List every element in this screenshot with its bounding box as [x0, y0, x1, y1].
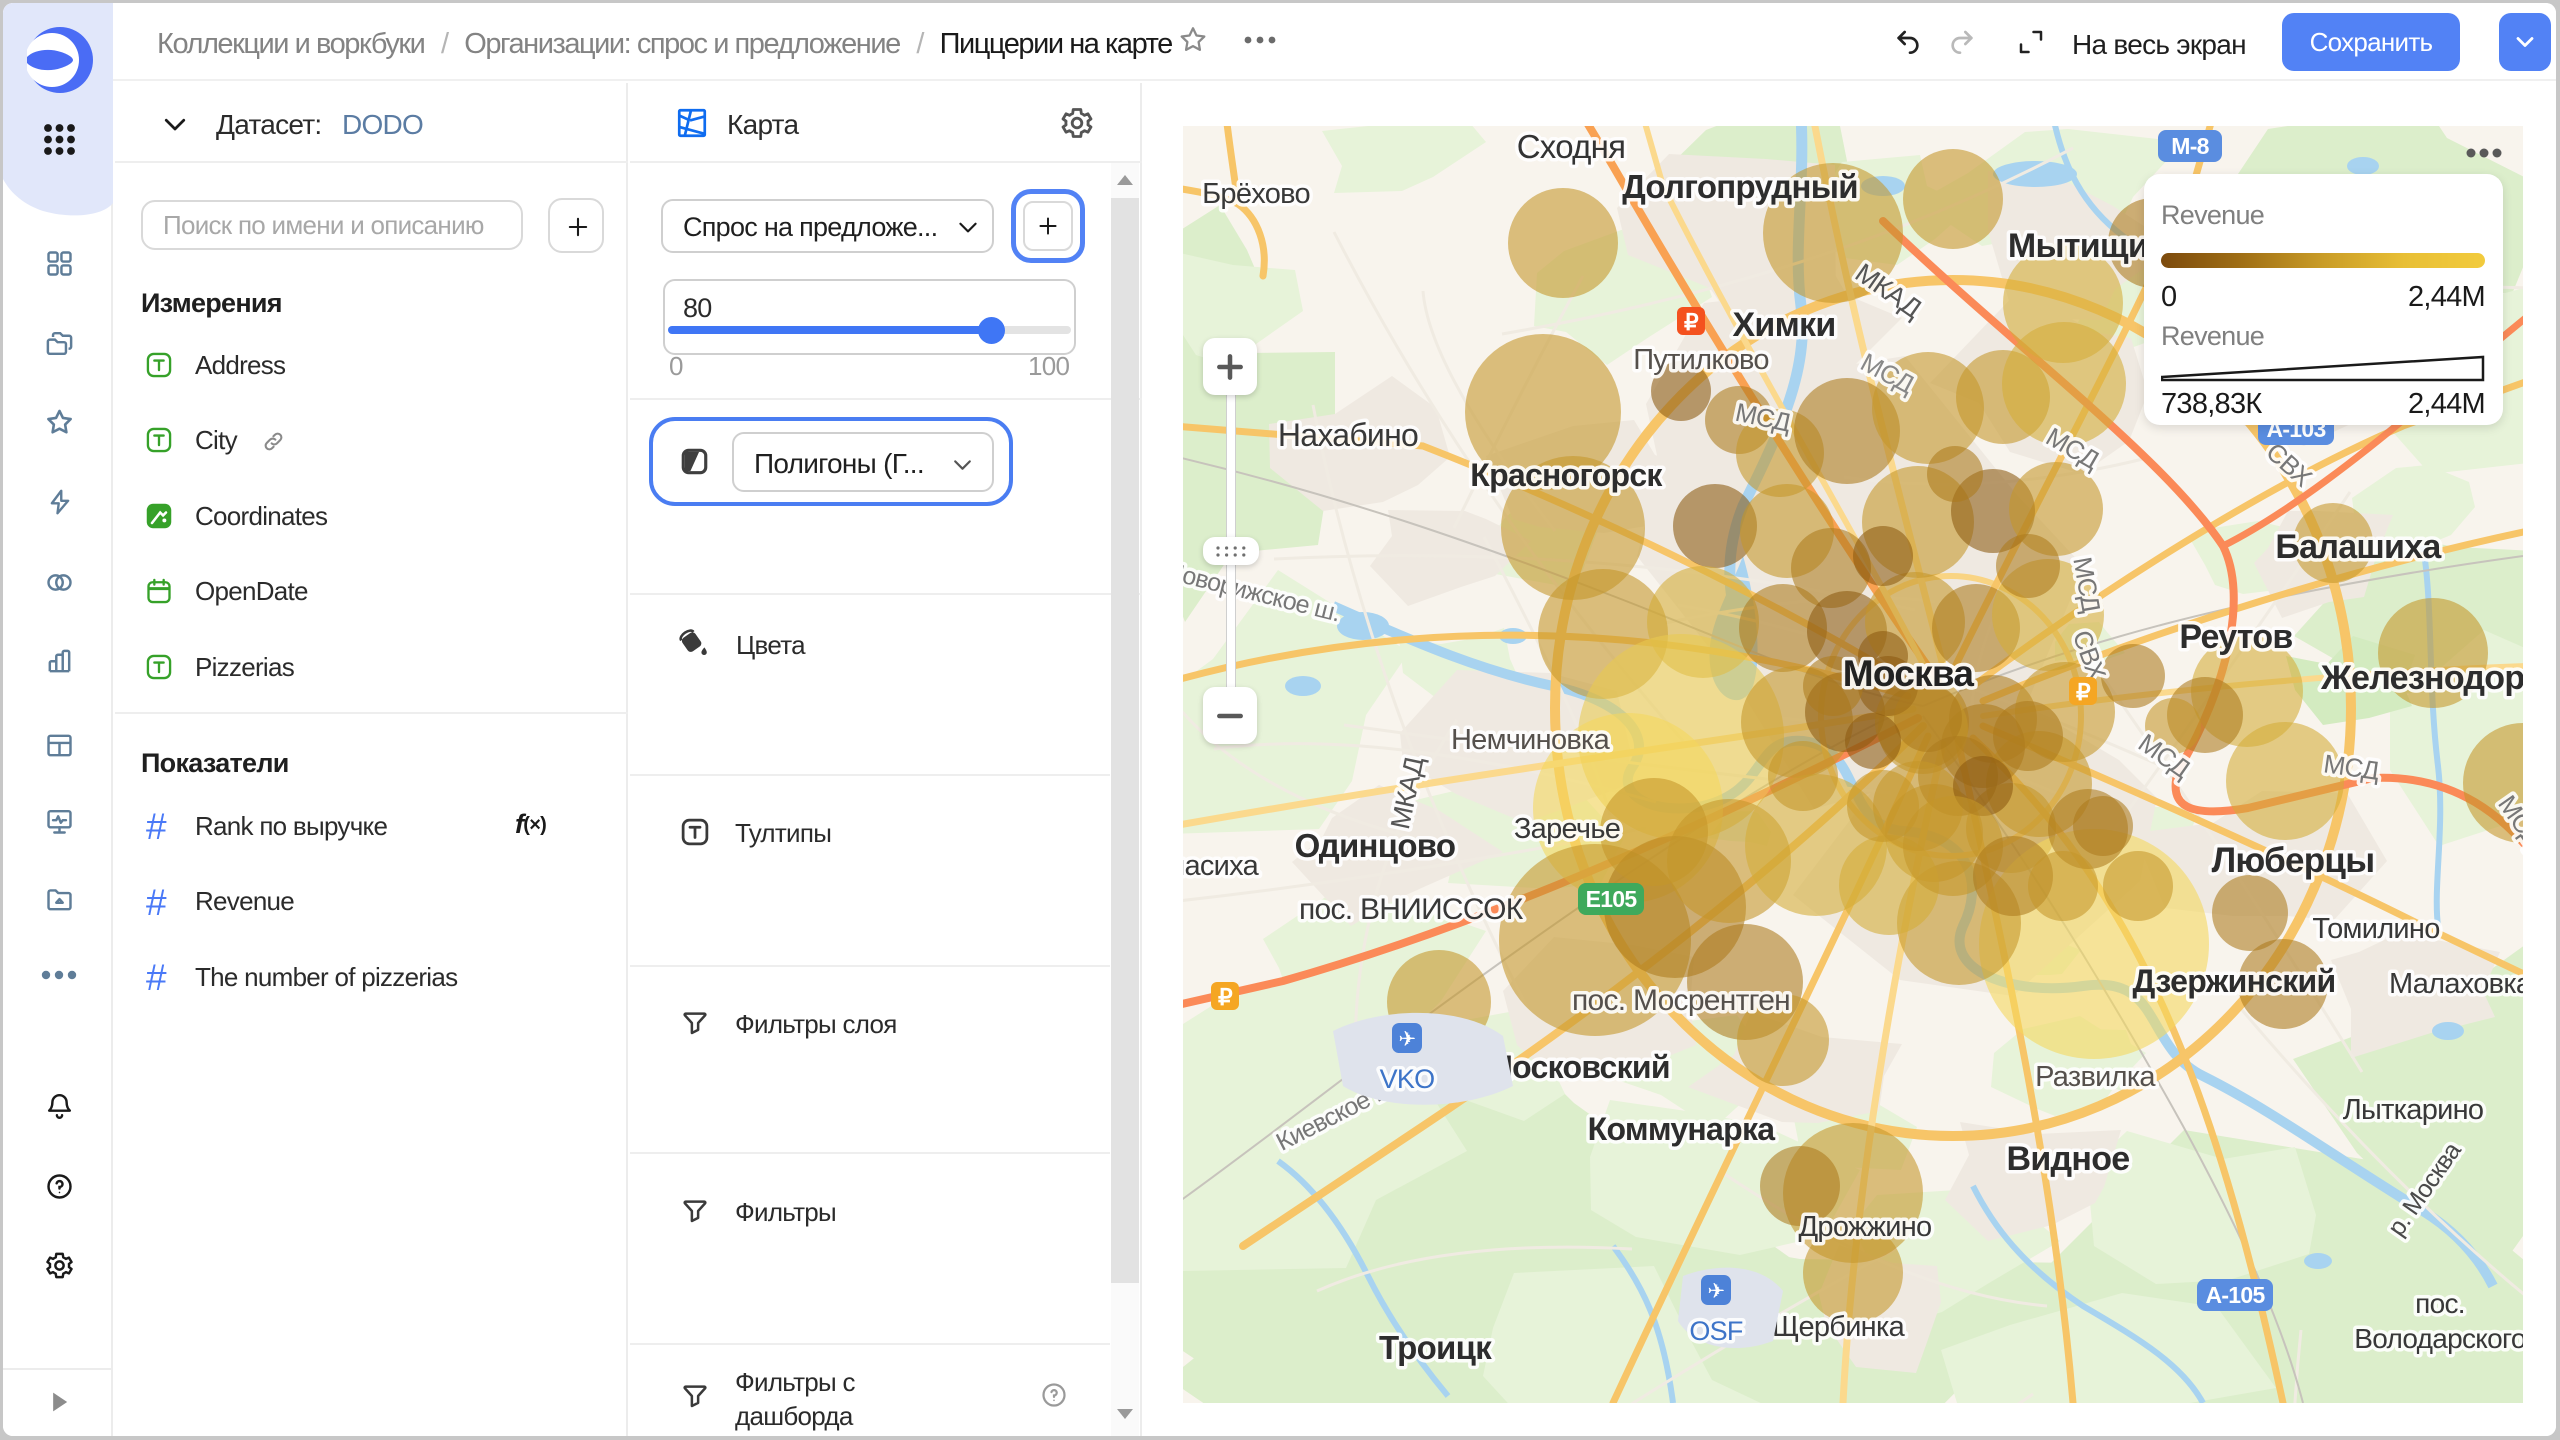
- svg-text:Видное: Видное: [2007, 1140, 2130, 1178]
- svg-text:Красногорск: Красногорск: [1470, 457, 1663, 493]
- svg-text:р. Москва: р. Москва: [2382, 1137, 2467, 1241]
- svg-text:Долгопрудный: Долгопрудный: [1622, 168, 1858, 205]
- svg-text:Дзержинский: Дзержинский: [2133, 963, 2336, 999]
- svg-text:МКАД: МКАД: [1850, 258, 1927, 324]
- svg-text:Щербинка: Щербинка: [1772, 1311, 1906, 1343]
- svg-text:МСД: МСД: [2322, 748, 2382, 786]
- svg-text:Сходня: Сходня: [1517, 128, 1626, 165]
- svg-text:Томилино: Томилино: [2312, 913, 2439, 945]
- svg-text:Немчиновка: Немчиновка: [1451, 724, 1611, 756]
- svg-text:Химки: Химки: [1732, 306, 1835, 344]
- svg-text:пос. Мосрентген: пос. Мосрентген: [1572, 984, 1790, 1017]
- svg-text:Москва: Москва: [1843, 653, 1975, 694]
- svg-text:МКАД: МКАД: [1385, 754, 1430, 832]
- svg-text:✈: ✈: [1399, 1028, 1416, 1051]
- svg-text:Заречье: Заречье: [1514, 813, 1620, 845]
- svg-text:МСД: МСД: [1733, 397, 1794, 438]
- svg-text:МСД: МСД: [2492, 790, 2523, 853]
- svg-text:VKO: VKO: [1380, 1064, 1435, 1094]
- svg-text:Коммунарка: Коммунарка: [1588, 1111, 1776, 1147]
- svg-text:✈: ✈: [1708, 1280, 1725, 1303]
- svg-text:пос.: пос.: [2415, 1288, 2465, 1319]
- svg-text:Брёхово: Брёхово: [1202, 178, 1310, 210]
- svg-text:OSF: OSF: [1689, 1316, 1743, 1346]
- svg-text:Нахабино: Нахабино: [1278, 417, 1418, 453]
- svg-text:А-105: А-105: [2205, 1282, 2265, 1308]
- svg-text:Малаховка: Малаховка: [2389, 968, 2523, 1000]
- svg-text:пос. ВНИИССОК: пос. ВНИИССОК: [1299, 893, 1524, 926]
- svg-text:Дрожжино: Дрожжино: [1799, 1211, 1932, 1243]
- svg-text:Балашиха: Балашиха: [2275, 528, 2442, 566]
- svg-text:МСД: МСД: [2067, 555, 2106, 616]
- svg-text:М-8: М-8: [2171, 133, 2209, 159]
- svg-text:Люберцы: Люберцы: [2212, 841, 2375, 880]
- svg-text:МСД: МСД: [2041, 421, 2105, 475]
- svg-text:Одинцово: Одинцово: [1295, 827, 1456, 864]
- svg-text:Московский: Московский: [1486, 1049, 1670, 1085]
- svg-text:Новорижское ш.: Новорижское ш.: [1183, 557, 1343, 627]
- svg-text:МСД: МСД: [1856, 347, 1920, 400]
- svg-text:Развилка: Развилка: [2035, 1061, 2156, 1093]
- svg-text:₽: ₽: [1684, 309, 1699, 335]
- svg-text:Троицк: Троицк: [1379, 1329, 1492, 1366]
- svg-text:Железнодорожный: Железнодорожный: [2320, 659, 2523, 697]
- svg-text:Лыткарино: Лыткарино: [2343, 1094, 2484, 1126]
- svg-text:МСД: МСД: [2133, 727, 2196, 784]
- svg-text:₽: ₽: [2076, 679, 2091, 705]
- svg-text:Володарского: Володарского: [2354, 1323, 2523, 1354]
- svg-text:Реутов: Реутов: [2179, 618, 2292, 656]
- svg-text:СВХ: СВХ: [2067, 626, 2112, 684]
- svg-text:ласиха: ласиха: [1183, 850, 1260, 882]
- svg-text:Е105: Е105: [1586, 886, 1638, 912]
- svg-text:₽: ₽: [1218, 984, 1233, 1010]
- svg-text:Путилково: Путилково: [1633, 344, 1769, 376]
- svg-text:Мытищи: Мытищи: [2008, 227, 2148, 265]
